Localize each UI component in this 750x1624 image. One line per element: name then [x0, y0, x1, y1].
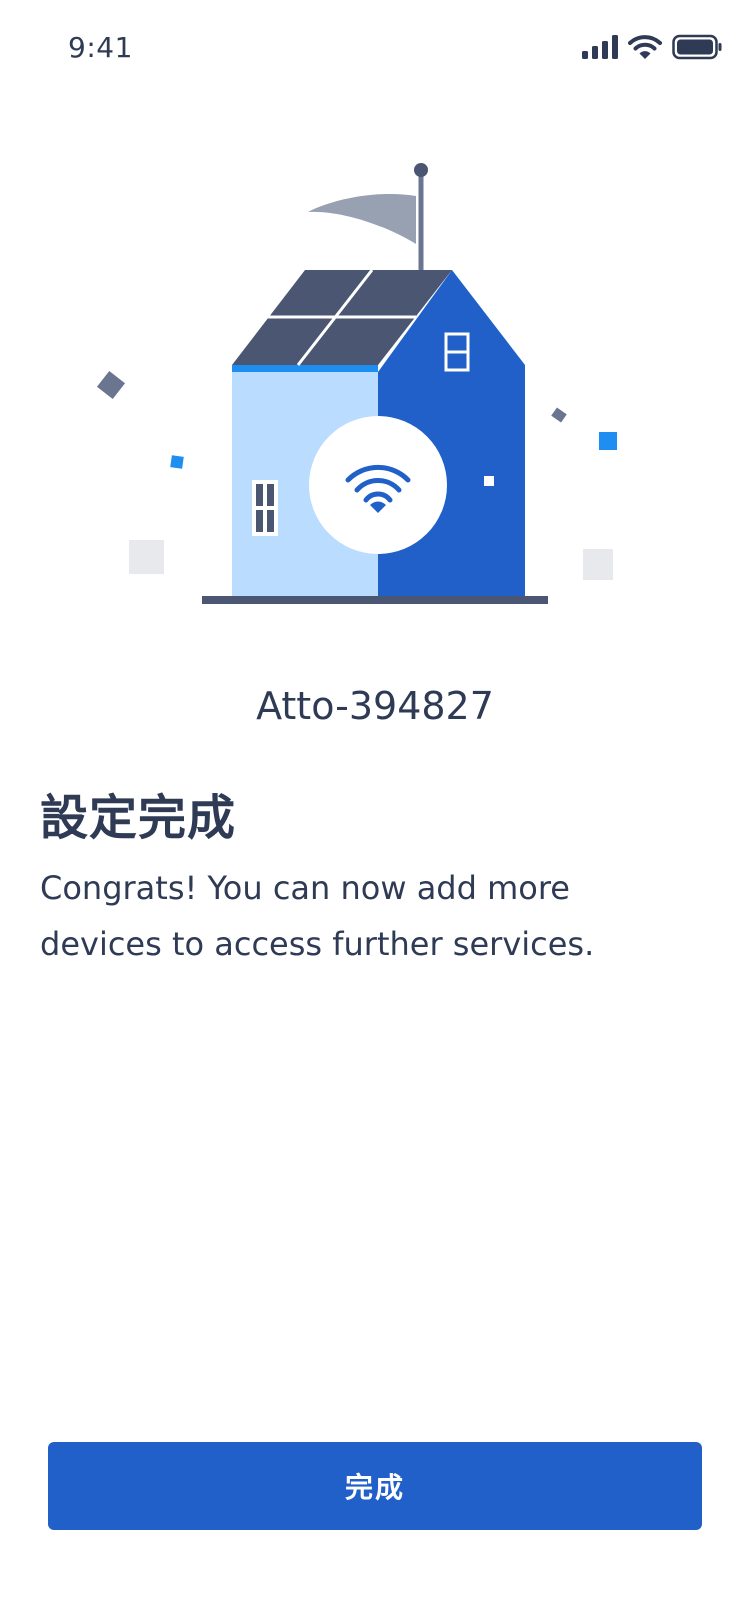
confetti-piece — [583, 549, 613, 580]
confetti-piece — [170, 455, 184, 469]
house-wifi-illustration — [0, 150, 750, 620]
flag — [308, 193, 416, 244]
status-icons — [582, 30, 722, 64]
cellular-signal-icon — [582, 35, 618, 59]
device-name: Atto-394827 — [256, 684, 494, 728]
status-bar: 9:41 — [0, 0, 750, 96]
confetti-piece — [129, 540, 164, 574]
confetti-piece — [96, 370, 126, 400]
confetti-piece — [551, 407, 567, 423]
status-time: 9:41 — [68, 31, 133, 64]
done-button[interactable]: 完成 — [48, 1442, 702, 1530]
battery-icon — [672, 34, 722, 60]
done-button-label: 完成 — [344, 1471, 405, 1504]
confetti-piece — [599, 432, 617, 450]
setup-complete-title: 設定完成 — [40, 790, 237, 846]
setup-complete-message: Congrats! You can now add more devices t… — [40, 869, 595, 963]
wifi-badge — [309, 416, 447, 554]
wifi-icon — [628, 34, 662, 60]
